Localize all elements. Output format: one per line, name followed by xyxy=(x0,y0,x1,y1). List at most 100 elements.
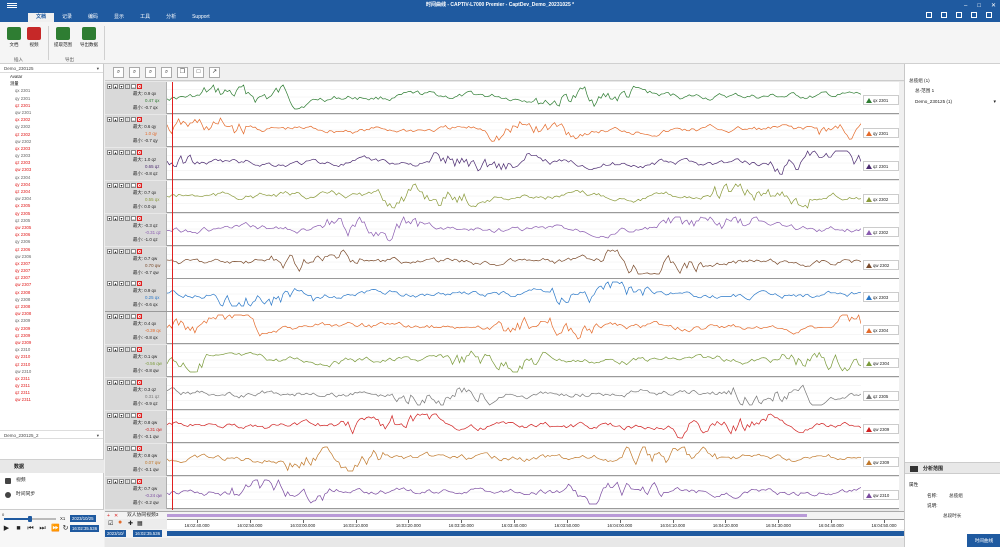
collapse-icon[interactable]: ▾ xyxy=(107,281,112,287)
tree-item[interactable]: qy 2303 xyxy=(3,152,103,159)
remove-track-icon[interactable]: ✕ xyxy=(137,149,142,155)
play-icon[interactable]: ▶ xyxy=(3,525,10,532)
tree-item[interactable]: qy 2307 xyxy=(3,267,103,274)
step-forward-icon[interactable]: ⏭ xyxy=(39,525,46,532)
move-down-icon[interactable]: ▾ xyxy=(119,380,124,386)
minimize-icon[interactable]: – xyxy=(964,3,967,9)
move-up-icon[interactable]: ▴ xyxy=(113,84,118,89)
remove-track-icon[interactable]: ✕ xyxy=(137,248,142,254)
tree-item[interactable]: qw 2311 xyxy=(3,396,103,403)
time-cursor-line[interactable] xyxy=(172,82,173,510)
move-down-icon[interactable]: ▾ xyxy=(119,215,124,221)
close-icon[interactable]: ✕ xyxy=(991,2,996,9)
settings-icon[interactable]: ≡ xyxy=(125,116,130,122)
tree-item[interactable]: qx 2310 xyxy=(3,346,103,353)
track-plot[interactable] xyxy=(167,82,861,114)
speed-slider-knob[interactable] xyxy=(28,516,32,522)
panel-icon[interactable] xyxy=(956,12,962,18)
move-up-icon[interactable]: ▴ xyxy=(113,182,118,188)
tree-item[interactable]: qz 2303 xyxy=(3,159,103,166)
menu-tab-display[interactable]: 显示 xyxy=(106,13,132,22)
move-up-icon[interactable]: ▴ xyxy=(113,314,118,320)
track-legend[interactable]: qx 2303 xyxy=(863,292,899,303)
collapse-icon[interactable]: ▾ xyxy=(107,314,112,320)
nav-item-time-sync[interactable]: 时间同步 xyxy=(0,488,104,502)
collapse-icon[interactable]: ▾ xyxy=(107,478,112,484)
overview-project[interactable]: Demo_230125 (1) xyxy=(915,99,952,104)
menu-tab-tools[interactable]: 工具 xyxy=(132,13,158,22)
move-down-icon[interactable]: ▾ xyxy=(119,149,124,155)
tree-item[interactable]: qw 2302 xyxy=(3,138,103,145)
tree-item[interactable]: qy 2309 xyxy=(3,325,103,332)
move-up-icon[interactable]: ▴ xyxy=(113,380,118,386)
move-down-icon[interactable]: ▾ xyxy=(119,478,124,484)
tree-item[interactable]: qw 2303 xyxy=(3,166,103,173)
tree-item[interactable]: qx 2302 xyxy=(3,116,103,123)
minimize-track-icon[interactable]: – xyxy=(131,314,136,320)
minimize-track-icon[interactable]: – xyxy=(131,445,136,451)
time-axis[interactable]: 16:02:40.000 16:02:50.000 16:03:00.000 16:0… xyxy=(167,519,904,529)
remove-track-icon[interactable]: ✕ xyxy=(137,84,142,89)
tree-item[interactable]: qz 2311 xyxy=(3,389,103,396)
tree-item[interactable]: qx 2303 xyxy=(3,145,103,152)
track-legend[interactable]: qz 2305 xyxy=(863,391,899,402)
chevron-down-icon[interactable]: ▾ xyxy=(97,64,99,73)
tree-item[interactable]: qw 2305 xyxy=(3,224,103,231)
collapse-icon[interactable]: ▾ xyxy=(107,248,112,254)
loop-icon[interactable]: ↻ xyxy=(62,525,69,532)
track-legend[interactable]: qz 2302 xyxy=(863,226,899,237)
activity-bar[interactable] xyxy=(167,514,807,517)
settings-icon[interactable]: ≡ xyxy=(125,347,130,353)
minimize-track-icon[interactable]: – xyxy=(131,380,136,386)
tree-item[interactable]: qz 2310 xyxy=(3,361,103,368)
settings-icon[interactable]: ≡ xyxy=(125,314,130,320)
tree-item[interactable]: qw 2301 xyxy=(3,109,103,116)
track-plot[interactable] xyxy=(167,477,861,509)
menu-tab-analysis[interactable]: 分析 xyxy=(158,13,184,22)
signal-track[interactable]: ▾ ▴ ▾ ≡ – ✕ 最大: 0.7 qw -0.24 qw 最小: -0.2 qw qw 23… xyxy=(105,476,904,509)
signal-track[interactable]: ▾ ▴ ▾ ≡ – ✕ 最大: -0.3 qz -0.31 qz 最小: -1.0 qz qz 2… xyxy=(105,213,904,246)
nav-item-video[interactable]: 视频 xyxy=(0,474,104,488)
minimize-track-icon[interactable]: – xyxy=(131,413,136,418)
tree-item[interactable]: qy 2308 xyxy=(3,296,103,303)
move-down-icon[interactable]: ▾ xyxy=(119,347,124,353)
settings-icon[interactable]: ≡ xyxy=(125,281,130,287)
view-indicator[interactable]: 时间曲线 xyxy=(967,534,1000,547)
move-down-icon[interactable]: ▾ xyxy=(119,248,124,254)
tree-item[interactable]: qz 2305 xyxy=(3,217,103,224)
move-up-icon[interactable]: ▴ xyxy=(113,149,118,155)
tree-item[interactable]: qy 2302 xyxy=(3,123,103,130)
tree-item[interactable]: qy 2311 xyxy=(3,382,103,389)
menu-tab-coding[interactable]: 编码 xyxy=(80,13,106,22)
tree-item[interactable]: qy 2301 xyxy=(3,95,103,102)
move-up-icon[interactable]: ▴ xyxy=(113,445,118,451)
track-plot[interactable] xyxy=(167,345,861,377)
collapse-icon[interactable]: ▾ xyxy=(107,215,112,221)
remove-track-icon[interactable]: ✕ xyxy=(137,182,142,188)
tree-item[interactable]: qw 2306 xyxy=(3,253,103,260)
track-plot[interactable] xyxy=(167,411,861,443)
settings-icon[interactable]: ≡ xyxy=(125,380,130,386)
signal-track[interactable]: ▾ ▴ ▾ ≡ – ✕ 最大: 0.9 qx 0.47 qx 最小: -0.7 qx qx 230… xyxy=(105,82,904,115)
settings-icon[interactable]: ≡ xyxy=(125,478,130,484)
stop-icon[interactable]: ■ xyxy=(15,525,22,532)
track-plot[interactable] xyxy=(167,378,861,410)
collapse-icon[interactable]: ▾ xyxy=(107,445,112,451)
remove-track-icon[interactable]: ✕ xyxy=(137,380,142,386)
tree-item[interactable]: qx 2305 xyxy=(3,202,103,209)
menu-tab-support[interactable]: Support xyxy=(184,13,218,22)
collapse-icon[interactable]: ▾ xyxy=(107,116,112,122)
settings-icon[interactable]: ≡ xyxy=(125,149,130,155)
move-up-icon[interactable]: ▴ xyxy=(113,413,118,418)
minimize-track-icon[interactable]: – xyxy=(131,149,136,155)
remove-track-icon[interactable]: ✕ xyxy=(137,347,142,353)
window-icon[interactable] xyxy=(941,12,947,18)
signal-track[interactable]: ▾ ▴ ▾ ≡ – ✕ 最大: 1.0 qz 0.65 qz 最小: -0.8 qz qz 230… xyxy=(105,147,904,180)
zoom-out-icon[interactable]: ⌕ xyxy=(129,67,140,78)
collapse-icon[interactable]: ▾ xyxy=(107,182,112,188)
comment-icon[interactable]: □ xyxy=(193,67,204,78)
track-plot[interactable] xyxy=(167,148,861,180)
document-button[interactable]: 文档 xyxy=(3,27,25,48)
move-down-icon[interactable]: ▾ xyxy=(119,116,124,122)
minimize-track-icon[interactable]: – xyxy=(131,281,136,287)
